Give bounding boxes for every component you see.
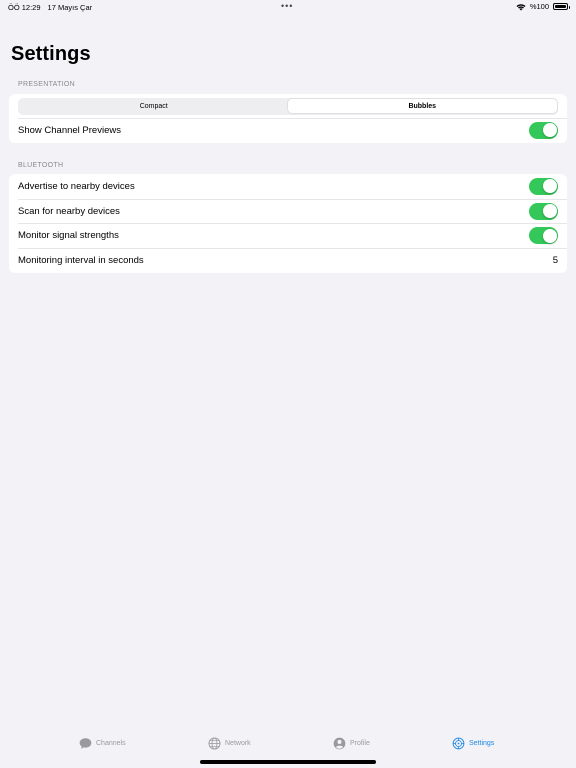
status-left: ÖÖ 12:29 17 Mayıs Çar xyxy=(8,3,92,12)
show-channel-previews-row: Show Channel Previews xyxy=(9,118,567,143)
monitor-row: Monitor signal strengths xyxy=(9,223,567,248)
gear-icon xyxy=(452,737,465,750)
page-title: Settings xyxy=(11,43,91,65)
show-channel-previews-label: Show Channel Previews xyxy=(18,124,121,136)
status-date: 17 Mayıs Çar xyxy=(47,3,93,12)
monitoring-interval-value[interactable]: 5 xyxy=(553,255,558,266)
tab-channels-label: Channels xyxy=(96,740,126,747)
person-circle-icon xyxy=(333,737,346,750)
tab-bar: Channels Network Profile Settings xyxy=(0,737,576,755)
status-right: %100 xyxy=(516,2,570,11)
settings-screen: ÖÖ 12:29 17 Mayıs Çar ••• %100 Settings … xyxy=(0,0,576,768)
chat-bubble-icon xyxy=(79,738,92,749)
tab-channels[interactable]: Channels xyxy=(79,737,126,750)
globe-icon xyxy=(208,737,221,750)
tab-profile[interactable]: Profile xyxy=(333,737,370,750)
tab-settings-label: Settings xyxy=(469,740,495,747)
segment-bubbles[interactable]: Bubbles xyxy=(288,99,557,113)
monitor-toggle[interactable] xyxy=(529,227,558,245)
segment-compact[interactable]: Compact xyxy=(20,99,289,113)
tab-profile-label: Profile xyxy=(350,740,370,747)
presentation-section-header: PRESENTATION xyxy=(18,81,76,88)
tab-network-label: Network xyxy=(225,740,251,747)
scan-label: Scan for nearby devices xyxy=(18,205,120,217)
tab-network[interactable]: Network xyxy=(208,737,251,750)
wifi-icon xyxy=(516,3,526,10)
bluetooth-card: Advertise to nearby devices Scan for nea… xyxy=(9,174,567,273)
multitasking-dots[interactable]: ••• xyxy=(281,1,293,11)
show-channel-previews-toggle[interactable] xyxy=(529,121,558,139)
scan-toggle[interactable] xyxy=(529,202,558,220)
home-indicator[interactable] xyxy=(200,760,376,764)
battery-percentage: %100 xyxy=(529,2,549,11)
monitoring-interval-row[interactable]: Monitoring interval in seconds 5 xyxy=(9,248,567,273)
battery-icon xyxy=(553,3,570,10)
advertise-toggle[interactable] xyxy=(529,177,558,195)
tab-settings[interactable]: Settings xyxy=(452,737,494,750)
status-bar: ÖÖ 12:29 17 Mayıs Çar ••• %100 xyxy=(0,0,576,16)
scan-row: Scan for nearby devices xyxy=(9,198,567,224)
bluetooth-section-header: BLUETOOTH xyxy=(18,162,64,169)
status-time: ÖÖ 12:29 xyxy=(8,3,41,12)
presentation-segmented-control[interactable]: Compact Bubbles xyxy=(18,97,558,115)
monitoring-interval-label: Monitoring interval in seconds xyxy=(18,254,144,266)
advertise-label: Advertise to nearby devices xyxy=(18,180,135,192)
monitor-label: Monitor signal strengths xyxy=(18,230,119,242)
advertise-row: Advertise to nearby devices xyxy=(9,174,567,199)
presentation-card: Compact Bubbles Show Channel Previews xyxy=(9,94,567,143)
presentation-style-row: Compact Bubbles xyxy=(9,94,567,118)
